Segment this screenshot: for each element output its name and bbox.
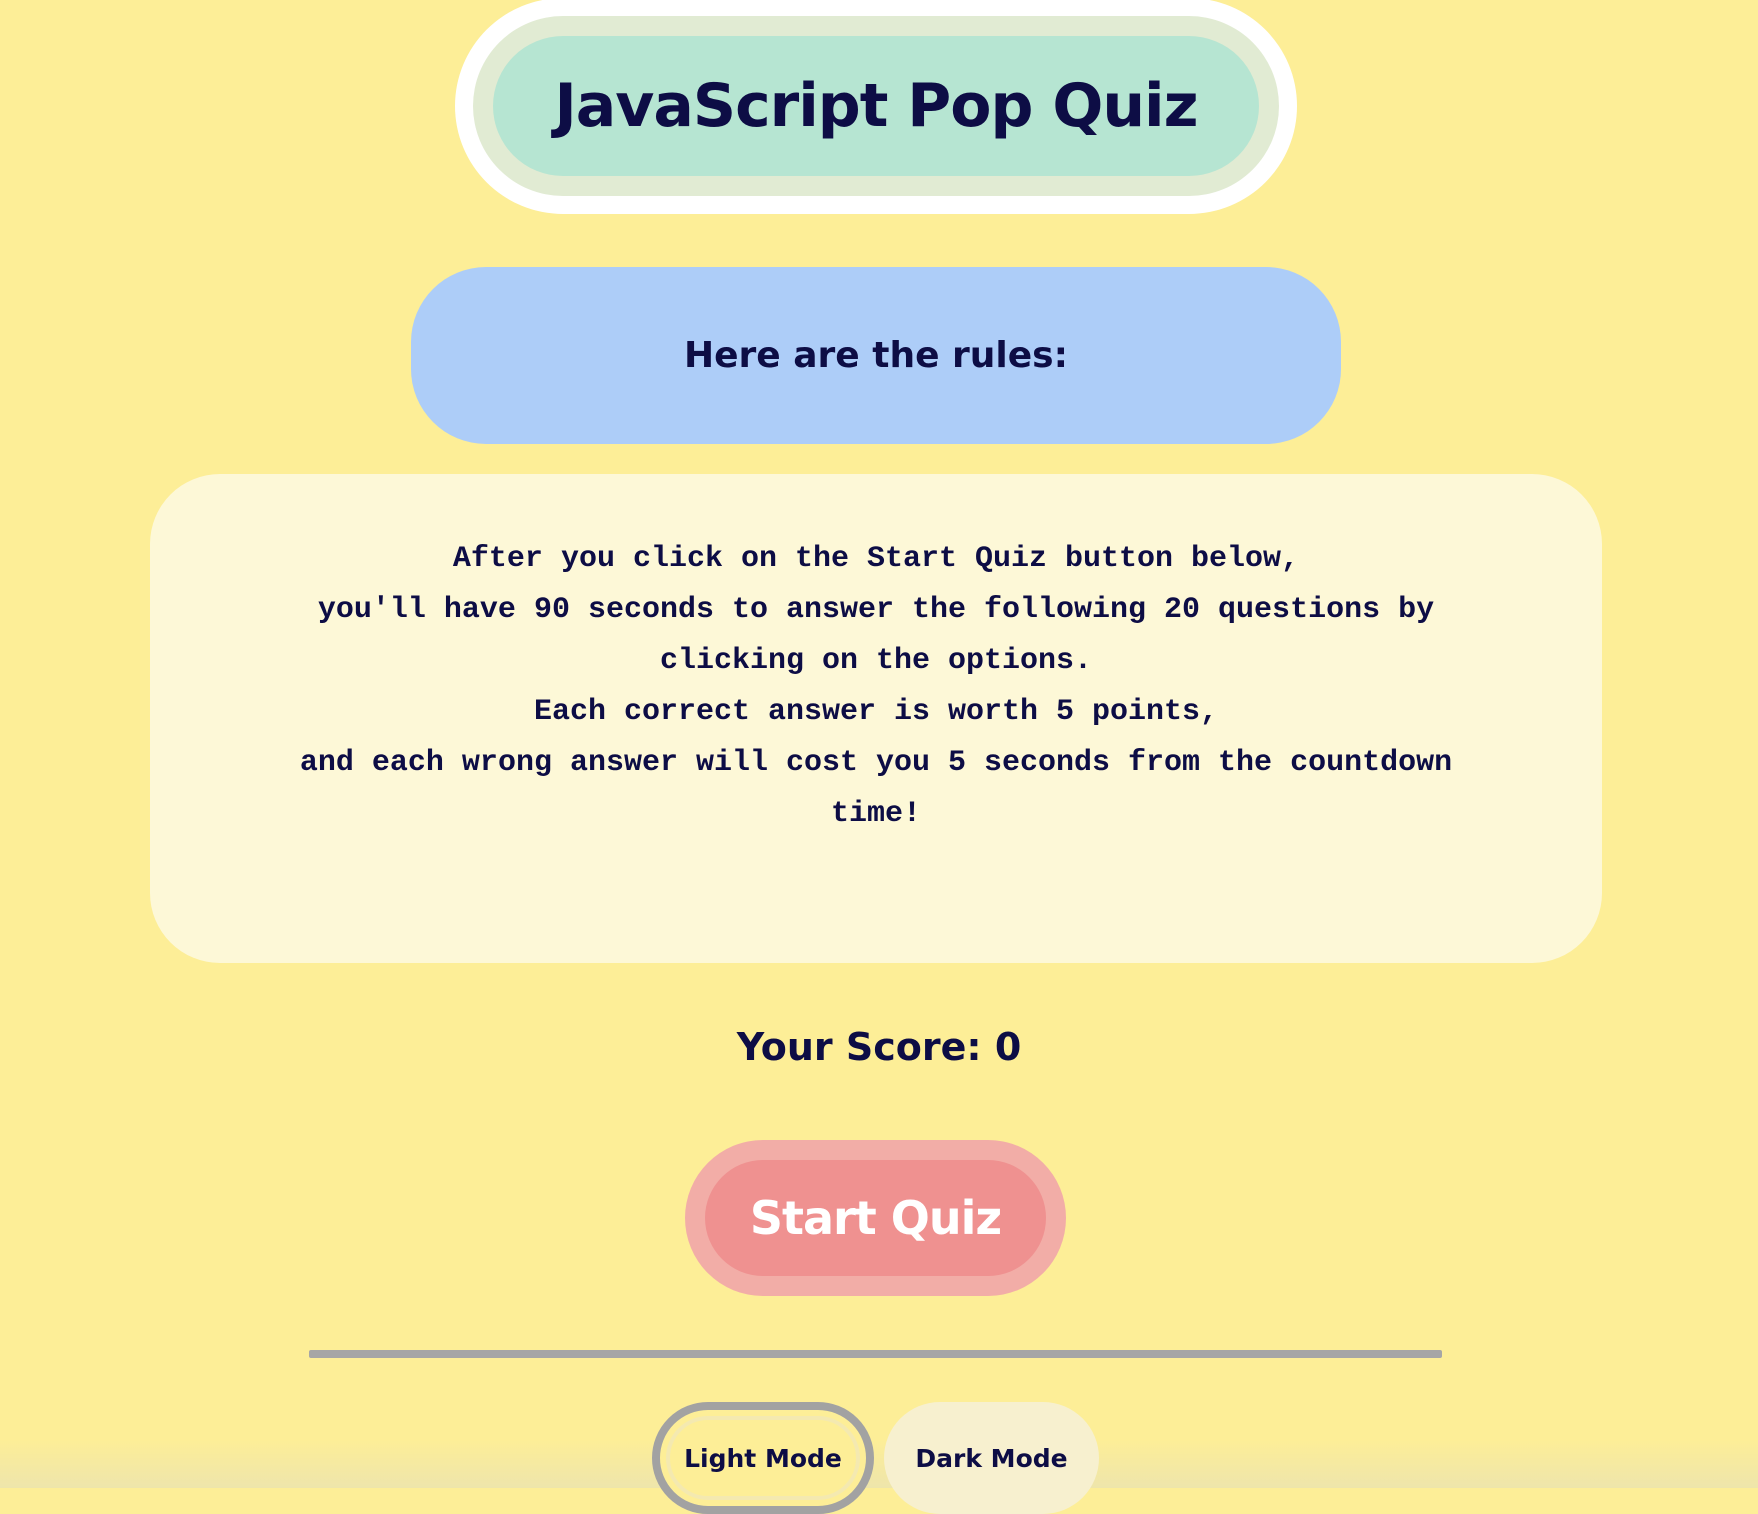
rules-heading: Here are the rules: <box>684 335 1068 376</box>
dark-mode-button[interactable]: Dark Mode <box>884 1402 1099 1514</box>
title-banner: JavaScript Pop Quiz <box>455 0 1297 214</box>
title-banner-inner: JavaScript Pop Quiz <box>493 36 1259 176</box>
rules-line: clicking on the options. <box>659 644 1093 678</box>
start-quiz-label: Start Quiz <box>749 1191 1002 1245</box>
dark-mode-label: Dark Mode <box>915 1444 1068 1473</box>
rules-line: and each wrong answer will cost you 5 se… <box>299 746 1453 780</box>
rules-line: you'll have 90 seconds to answer the fol… <box>317 593 1435 627</box>
rules-line: time! <box>830 797 921 831</box>
rules-box: After you click on the Start Quiz button… <box>150 474 1602 963</box>
score-display: Your Score: 0 <box>736 1025 1022 1069</box>
rules-line: After you click on the Start Quiz button… <box>452 542 1300 576</box>
title-banner-ring: JavaScript Pop Quiz <box>473 16 1279 196</box>
start-quiz-button[interactable]: Start Quiz <box>685 1140 1066 1296</box>
light-mode-label: Light Mode <box>684 1444 842 1473</box>
start-quiz-button-inner[interactable]: Start Quiz <box>705 1160 1046 1276</box>
rules-heading-box: Here are the rules: <box>411 267 1341 444</box>
page-title: JavaScript Pop Quiz <box>554 71 1198 141</box>
divider <box>309 1350 1442 1358</box>
rules-line: Each correct answer is worth 5 points, <box>533 695 1219 729</box>
bottom-shade <box>0 1440 1758 1488</box>
light-mode-button[interactable]: Light Mode <box>652 1402 874 1514</box>
